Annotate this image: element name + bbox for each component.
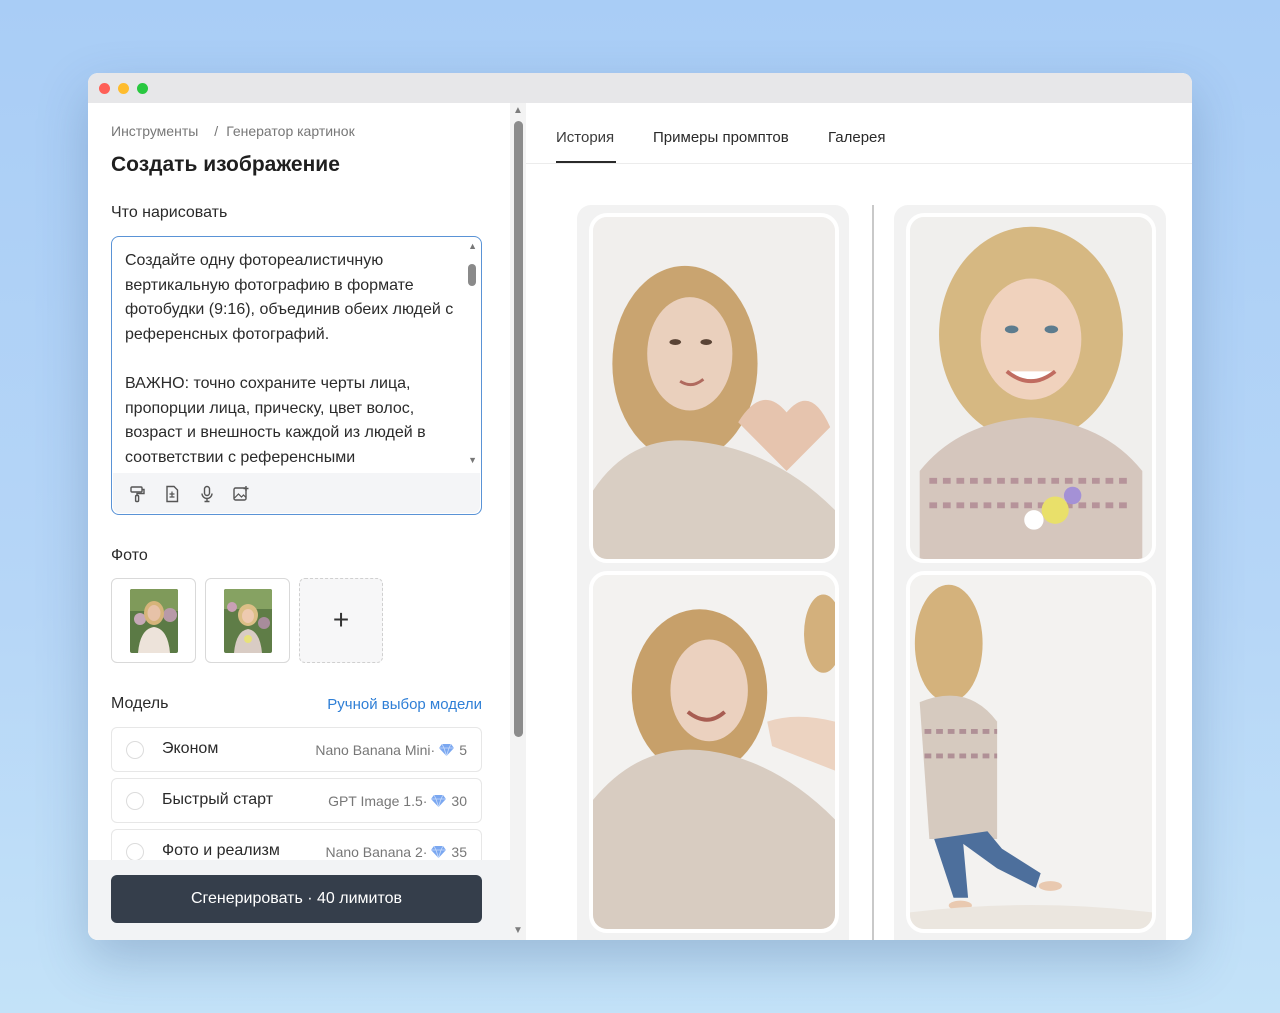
image-add-icon[interactable]: [232, 485, 250, 503]
gem-icon: [439, 744, 455, 756]
breadcrumb-separator: /: [214, 123, 219, 139]
page-title: Создать изображение: [111, 153, 340, 176]
strip-divider: [872, 205, 874, 940]
woman-heart-hands-photo: [593, 217, 835, 559]
maximize-window-button[interactable]: [137, 83, 148, 94]
model-option-economy[interactable]: Эконом Nano Banana Mini· 5: [111, 727, 482, 772]
breadcrumb: Инструменты / Генератор картинок: [111, 123, 355, 139]
close-window-button[interactable]: [99, 83, 110, 94]
photobooth-result[interactable]: [577, 205, 1166, 940]
model-option-fast-start[interactable]: Быстрый старт GPT Image 1.5· 30: [111, 778, 482, 823]
child-running-photo: [910, 575, 1152, 929]
file-text-icon[interactable]: [163, 485, 181, 503]
model-option-meta: Nano Banana 2· 35: [325, 844, 467, 860]
prompt-textarea[interactable]: Создайте одну фотореалистичную вертикаль…: [111, 236, 482, 515]
gem-icon: [431, 846, 447, 858]
model-label: Модель: [111, 695, 169, 712]
photo-frame: [906, 571, 1156, 933]
breadcrumb-tools-link[interactable]: Инструменты: [111, 123, 198, 139]
prompt-text[interactable]: Создайте одну фотореалистичную вертикаль…: [125, 249, 460, 469]
model-option-meta: Nano Banana Mini· 5: [315, 742, 467, 758]
app-window: Инструменты / Генератор картинок Создать и…: [88, 73, 1192, 940]
prompt-scroll-up-arrow[interactable]: ▲: [468, 241, 477, 251]
reference-photo-child[interactable]: [205, 578, 290, 663]
child-photo-thumbnail: [224, 589, 272, 653]
breadcrumb-current: Генератор картинок: [226, 123, 355, 139]
prompt-scroll-down-arrow[interactable]: ▼: [468, 455, 477, 465]
active-tab-indicator: [556, 161, 616, 163]
generate-button[interactable]: Сгенерировать · 40 лимитов: [111, 875, 482, 923]
model-engine: Nano Banana 2·: [325, 844, 428, 860]
photo-frame: [589, 571, 839, 933]
model-radio[interactable]: [126, 741, 144, 759]
paint-roller-icon[interactable]: [128, 485, 146, 503]
photo-strip-left: [577, 205, 849, 940]
results-panel: История Примеры промптов Галерея: [526, 103, 1192, 940]
model-option-name: Быстрый старт: [162, 791, 274, 808]
woman-photo-thumbnail: [130, 589, 178, 653]
model-option-meta: GPT Image 1.5· 30: [328, 793, 467, 809]
photo-frame: [906, 213, 1156, 563]
photos-label: Фото: [111, 547, 148, 564]
generator-form-panel: Инструменты / Генератор картинок Создать и…: [88, 103, 510, 940]
tab-prompt-examples[interactable]: Примеры промптов: [653, 129, 789, 146]
gem-icon: [431, 795, 447, 807]
photo-strip-right: [894, 205, 1166, 940]
window-titlebar: [88, 73, 1192, 103]
results-tabs: История Примеры промптов Галерея: [526, 103, 1192, 164]
woman-child-playing-photo: [593, 575, 835, 929]
photo-frame: [589, 213, 839, 563]
panel-scrollbar[interactable]: ▲ ▼: [510, 103, 526, 940]
add-photo-button[interactable]: +: [299, 578, 383, 663]
model-engine: GPT Image 1.5·: [328, 793, 428, 809]
model-cost: 35: [451, 844, 467, 860]
microphone-icon[interactable]: [198, 485, 216, 503]
scrollbar-thumb[interactable]: [514, 121, 523, 737]
child-with-flowers-photo: [910, 217, 1152, 559]
model-cost: 5: [459, 742, 467, 758]
scroll-up-arrow[interactable]: ▲: [513, 105, 523, 116]
model-option-name: Фото и реализм: [162, 842, 280, 859]
manual-model-select-link[interactable]: Ручной выбор модели: [327, 696, 482, 713]
tab-gallery[interactable]: Галерея: [828, 129, 886, 146]
model-option-name: Эконом: [162, 740, 219, 757]
prompt-scrollbar-thumb[interactable]: [468, 264, 476, 286]
minimize-window-button[interactable]: [118, 83, 129, 94]
reference-photo-woman[interactable]: [111, 578, 196, 663]
tab-history[interactable]: История: [556, 129, 614, 146]
model-radio[interactable]: [126, 843, 144, 861]
prompt-toolbar: [113, 473, 480, 513]
generate-footer: Сгенерировать · 40 лимитов: [88, 860, 510, 940]
model-cost: 30: [451, 793, 467, 809]
model-header: Модель Ручной выбор модели: [111, 695, 482, 713]
scroll-down-arrow[interactable]: ▼: [513, 925, 523, 936]
model-engine: Nano Banana Mini·: [315, 742, 436, 758]
prompt-label: Что нарисовать: [111, 204, 228, 221]
model-radio[interactable]: [126, 792, 144, 810]
